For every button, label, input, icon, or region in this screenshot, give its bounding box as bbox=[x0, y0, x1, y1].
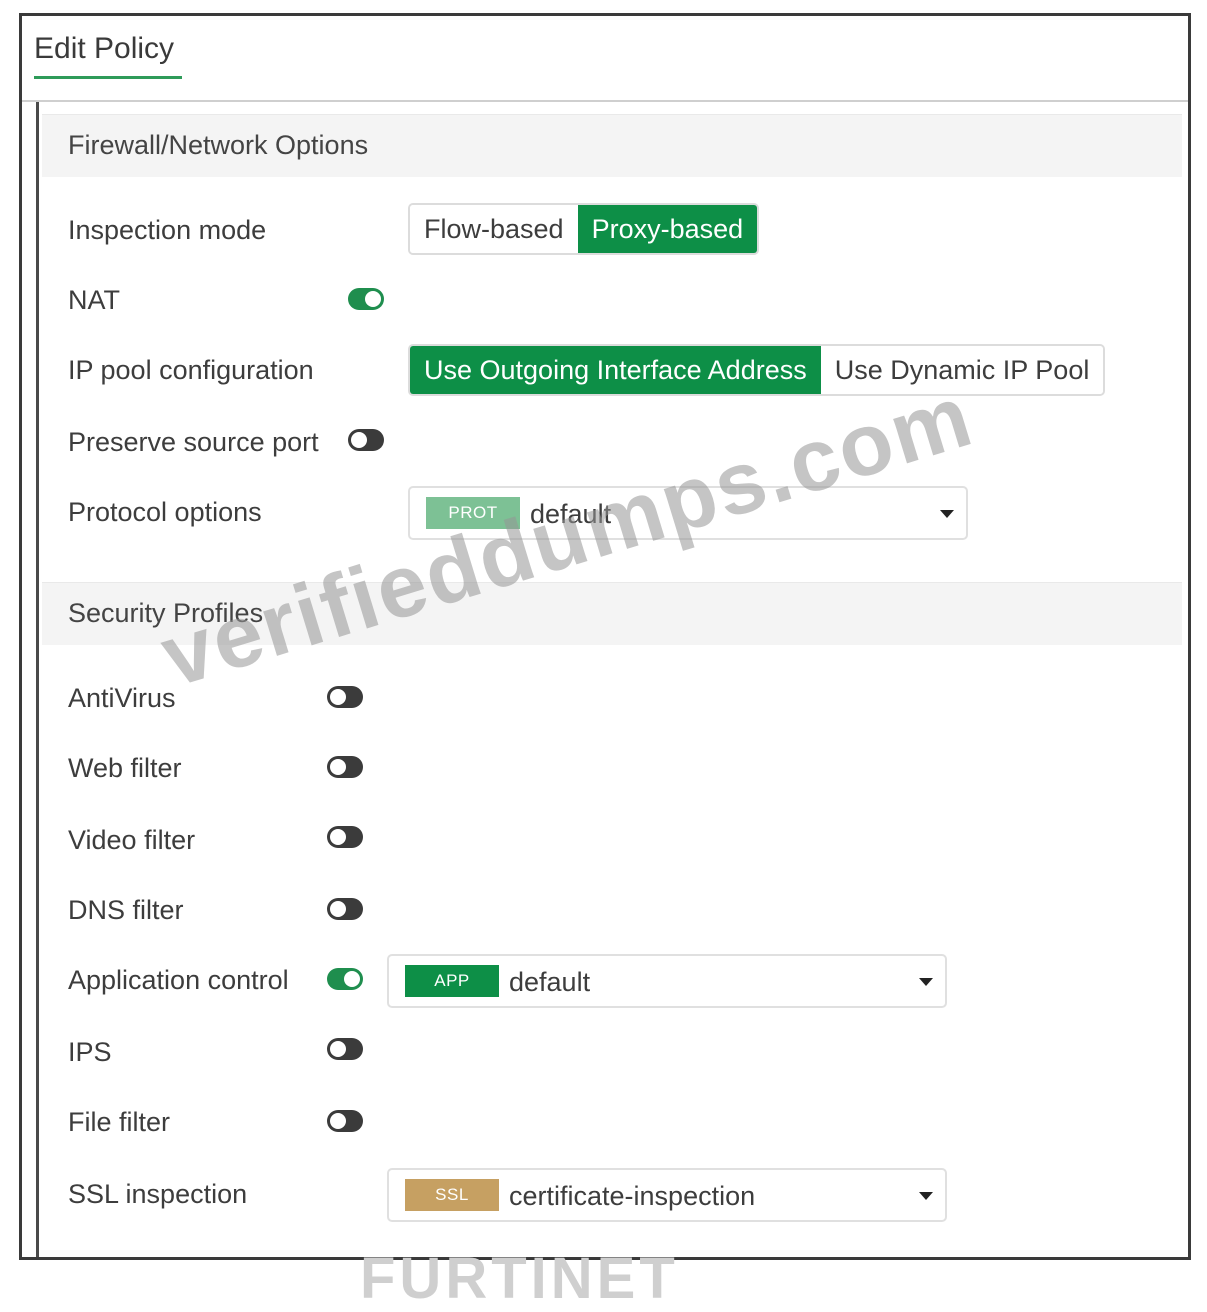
ip-pool-selector[interactable]: Use Outgoing Interface Address Use Dynam… bbox=[408, 344, 1106, 396]
toggle-knob bbox=[330, 829, 346, 845]
web-filter-label: Web filter bbox=[68, 753, 182, 783]
ssl-inspection-label: SSL inspection bbox=[68, 1179, 248, 1209]
section-title-security: Security Profiles bbox=[68, 598, 264, 628]
file-filter-toggle[interactable] bbox=[327, 1110, 363, 1132]
antivirus-toggle[interactable] bbox=[327, 686, 363, 708]
ssl-inspection-value: certificate-inspection bbox=[509, 1181, 756, 1211]
firewall-network-options-header: Firewall/Network Options bbox=[42, 114, 1182, 177]
inspection-mode-flow-based[interactable]: Flow-based bbox=[410, 205, 578, 253]
toggle-knob bbox=[330, 759, 346, 775]
application-control-dropdown[interactable]: APP default bbox=[387, 954, 947, 1008]
toggle-knob bbox=[330, 1041, 346, 1057]
protocol-options-value: default bbox=[530, 499, 612, 529]
inspection-mode-proxy-based[interactable]: Proxy-based bbox=[577, 205, 758, 253]
chevron-down-icon bbox=[919, 1192, 933, 1200]
toggle-knob bbox=[330, 689, 346, 705]
preserve-source-port-label: Preserve source port bbox=[68, 427, 319, 457]
app-badge: APP bbox=[405, 965, 499, 997]
title-bar: Edit Policy bbox=[22, 16, 1188, 102]
file-filter-label: File filter bbox=[68, 1107, 171, 1137]
video-filter-label: Video filter bbox=[68, 825, 196, 855]
toggle-knob bbox=[330, 901, 346, 917]
ips-label: IPS bbox=[68, 1037, 112, 1067]
application-control-value: default bbox=[509, 967, 591, 997]
edit-policy-dialog: Edit Policy Firewall/Network Options Ins… bbox=[19, 13, 1191, 1260]
fortinet-logo: FURTINET bbox=[360, 1246, 679, 1311]
toggle-knob bbox=[330, 1113, 346, 1129]
ssl-inspection-dropdown[interactable]: SSL certificate-inspection bbox=[387, 1168, 947, 1222]
ssl-badge: SSL bbox=[405, 1179, 499, 1211]
content-left-border bbox=[36, 102, 39, 1257]
prot-badge: PROT bbox=[426, 497, 520, 529]
nat-toggle[interactable] bbox=[348, 288, 384, 310]
ip-pool-configuration-label: IP pool configuration bbox=[68, 355, 314, 385]
web-filter-toggle[interactable] bbox=[327, 756, 363, 778]
ips-toggle[interactable] bbox=[327, 1038, 363, 1060]
application-control-toggle[interactable] bbox=[327, 968, 363, 990]
antivirus-label: AntiVirus bbox=[68, 683, 176, 713]
inspection-mode-selector[interactable]: Flow-based Proxy-based bbox=[408, 203, 760, 255]
toggle-knob bbox=[351, 432, 367, 448]
section-title-firewall: Firewall/Network Options bbox=[68, 130, 369, 160]
video-filter-toggle[interactable] bbox=[327, 826, 363, 848]
toggle-knob bbox=[365, 291, 381, 307]
ip-pool-use-outgoing-interface[interactable]: Use Outgoing Interface Address bbox=[410, 346, 821, 394]
title-tab-underline bbox=[34, 76, 182, 79]
protocol-options-label: Protocol options bbox=[68, 497, 262, 527]
ip-pool-use-dynamic-ip-pool[interactable]: Use Dynamic IP Pool bbox=[820, 346, 1104, 394]
protocol-options-dropdown[interactable]: PROT default bbox=[408, 486, 968, 540]
application-control-label: Application control bbox=[68, 965, 289, 995]
dialog-title: Edit Policy bbox=[34, 32, 175, 65]
nat-label: NAT bbox=[68, 285, 120, 315]
toggle-knob bbox=[344, 971, 360, 987]
dns-filter-toggle[interactable] bbox=[327, 898, 363, 920]
dns-filter-label: DNS filter bbox=[68, 895, 184, 925]
chevron-down-icon bbox=[919, 978, 933, 986]
security-profiles-header: Security Profiles bbox=[42, 582, 1182, 645]
inspection-mode-label: Inspection mode bbox=[68, 215, 267, 245]
chevron-down-icon bbox=[940, 510, 954, 518]
preserve-source-port-toggle[interactable] bbox=[348, 429, 384, 451]
